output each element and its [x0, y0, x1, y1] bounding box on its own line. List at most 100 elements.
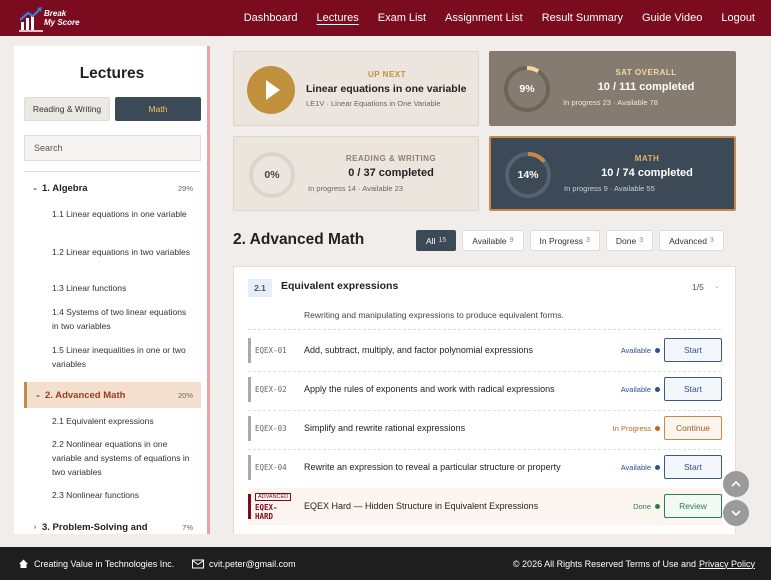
filter-count: 3	[639, 237, 644, 244]
status-text: Done	[633, 502, 651, 511]
lesson-code: EQEX-01	[248, 338, 294, 363]
section-label: 3. Problem-Solving and	[42, 521, 148, 533]
lesson-title: Rewrite an expression to reveal a partic…	[304, 462, 561, 472]
filter-count: 3	[585, 237, 590, 244]
sidebar-item-nonlinear-equations[interactable]: 2.2 Nonlinear equations in one variable …	[52, 437, 192, 479]
play-icon[interactable]	[247, 66, 295, 114]
math-card[interactable]: 14% MATH 10 / 74 completed In progress 9…	[489, 136, 736, 211]
lesson-title: Apply the rules of exponents and work wi…	[304, 384, 555, 394]
status-dot-icon	[655, 465, 660, 470]
scroll-down-button[interactable]	[723, 500, 749, 526]
mail-icon	[192, 559, 204, 568]
status-dot-icon	[655, 387, 660, 392]
continue-button[interactable]: Continue	[664, 416, 722, 440]
filter-label: Available	[472, 235, 507, 246]
lesson-row: EQEX-01 Add, subtract, multiply, and fac…	[248, 332, 723, 369]
start-button[interactable]: Start	[664, 338, 722, 362]
lesson-row: EQEX-03 Simplify and rewrite rational ex…	[248, 410, 723, 447]
filter-label: In Progress	[539, 235, 583, 246]
nav-exam-list[interactable]: Exam List	[378, 12, 426, 24]
topic-number-badge: 2.1	[248, 279, 272, 297]
rw-label: READING & WRITING	[345, 154, 437, 163]
filter-all[interactable]: All 15	[416, 230, 457, 251]
topic-progress: 1/5	[692, 282, 704, 292]
filter-in-progress[interactable]: In Progress 3	[529, 230, 600, 251]
sidebar-item-linear-inequalities[interactable]: 1.5 Linear inequalities in one or two va…	[52, 343, 192, 371]
filter-count: 15	[438, 237, 447, 244]
filter-done[interactable]: Done 3	[605, 230, 654, 251]
start-button[interactable]: Start	[664, 455, 722, 479]
nav-result-summary[interactable]: Result Summary	[542, 12, 623, 24]
panel-divider	[248, 329, 721, 330]
scroll-up-button[interactable]	[723, 471, 749, 497]
sidebar-section-algebra[interactable]: ⌄ 1. Algebra 29%	[24, 177, 201, 199]
nav-logout[interactable]: Logout	[721, 12, 755, 24]
status-dot-icon	[655, 348, 660, 353]
filter-count: 3	[709, 237, 714, 244]
filter-advanced[interactable]: Advanced 3	[659, 230, 724, 251]
chevron-down-icon	[731, 510, 741, 517]
nav-lectures[interactable]: Lectures	[317, 12, 359, 24]
copyright-text: © 2026 All Rights Reserved Terms of Use …	[512, 558, 696, 569]
filter-bar: All 15 Available 9 In Progress 3 Done 3 Adva…	[416, 230, 724, 251]
logo-text: Break My Score	[44, 9, 80, 27]
filter-count: 9	[509, 237, 514, 244]
nav-guide-video[interactable]: Guide Video	[642, 12, 702, 24]
status-dot-icon	[655, 504, 660, 509]
footer-email[interactable]: cvit.peter@gmail.com	[192, 547, 296, 580]
lesson-code-text: EQEX-HARD	[255, 502, 278, 521]
nav-assignment-list[interactable]: Assignment List	[445, 12, 523, 24]
status-dot-icon	[655, 426, 660, 431]
chevron-down-icon: ⌄	[32, 185, 38, 192]
nav-dashboard[interactable]: Dashboard	[244, 12, 298, 24]
sidebar-title: Lectures	[79, 65, 145, 82]
tab-math[interactable]: Math	[115, 97, 201, 121]
math-count: 10 / 74 completed	[601, 167, 693, 179]
lesson-title: EQEX Hard — Hidden Structure in Equivale…	[304, 501, 539, 511]
sidebar-item-linear-equations-one-variable[interactable]: 1.1 Linear equations in one variable	[52, 207, 192, 221]
rw-percent: 0%	[264, 169, 280, 181]
collapse-icon[interactable]: ⌄	[714, 282, 720, 290]
review-button[interactable]: Review	[664, 494, 722, 518]
up-next-card[interactable]: UP NEXT Linear equations in one variable…	[233, 51, 479, 126]
section-title: 2. Advanced Math	[233, 231, 365, 248]
rw-count: 0 / 37 completed	[348, 167, 434, 179]
sidebar-item-equivalent-expressions[interactable]: 2.1 Equivalent expressions	[52, 414, 192, 428]
status-badge: Available	[580, 332, 660, 369]
section-label: 1. Algebra	[42, 182, 88, 194]
section-percent: 20%	[177, 390, 193, 400]
lesson-code: EQEX-04	[248, 455, 294, 480]
sat-overall-card: 9% SAT OVERALL 10 / 111 completed In pro…	[489, 51, 736, 126]
status-text: Available	[620, 385, 651, 394]
sidebar-item-linear-equations-two-variables[interactable]: 1.2 Linear equations in two variables	[52, 245, 192, 259]
tab-reading-writing[interactable]: Reading & Writing	[24, 97, 110, 121]
status-text: Available	[620, 463, 651, 472]
filter-label: All	[426, 235, 436, 246]
math-percent: 14%	[517, 169, 539, 181]
lesson-title: Simplify and rewrite rational expression…	[304, 423, 466, 433]
rw-sub: In progress 14 · Available 23	[308, 184, 403, 193]
sidebar-item-systems-linear-equations[interactable]: 1.4 Systems of two linear equations in t…	[52, 305, 192, 333]
app-logo[interactable]: Break My Score	[18, 6, 88, 32]
sidebar-section-problem-solving[interactable]: › 3. Problem-Solving and 7%	[24, 516, 201, 534]
filter-label: Done	[615, 235, 637, 246]
lesson-title: Add, subtract, multiply, and factor poly…	[304, 345, 533, 355]
lesson-row: EQEX-04 Rewrite an expression to reveal …	[248, 449, 723, 486]
start-button[interactable]: Start	[664, 377, 722, 401]
sidebar-item-linear-functions[interactable]: 1.3 Linear functions	[52, 281, 192, 295]
reading-writing-card[interactable]: 0% READING & WRITING 0 / 37 completed In…	[233, 136, 479, 211]
footer: Creating Value in Technologies Inc. cvit…	[0, 547, 771, 580]
logo-chart-icon	[19, 7, 43, 32]
section-percent: 29%	[177, 183, 193, 193]
home-icon	[19, 559, 28, 568]
status-text: Available	[620, 346, 651, 355]
sidebar-item-nonlinear-functions[interactable]: 2.3 Nonlinear functions	[52, 488, 192, 502]
topic-title: Equivalent expressions	[281, 280, 399, 292]
search-input[interactable]: Search	[24, 135, 201, 161]
privacy-policy-link[interactable]: Privacy Policy	[699, 559, 755, 569]
up-next-title: Linear equations in one variable	[306, 83, 467, 95]
filter-available[interactable]: Available 9	[462, 230, 524, 251]
sidebar-section-advanced-math[interactable]: ⌄ 2. Advanced Math 20%	[24, 382, 201, 408]
status-badge: Done	[580, 488, 660, 525]
lesson-code: ADVANCED EQEX-HARD	[248, 492, 294, 521]
